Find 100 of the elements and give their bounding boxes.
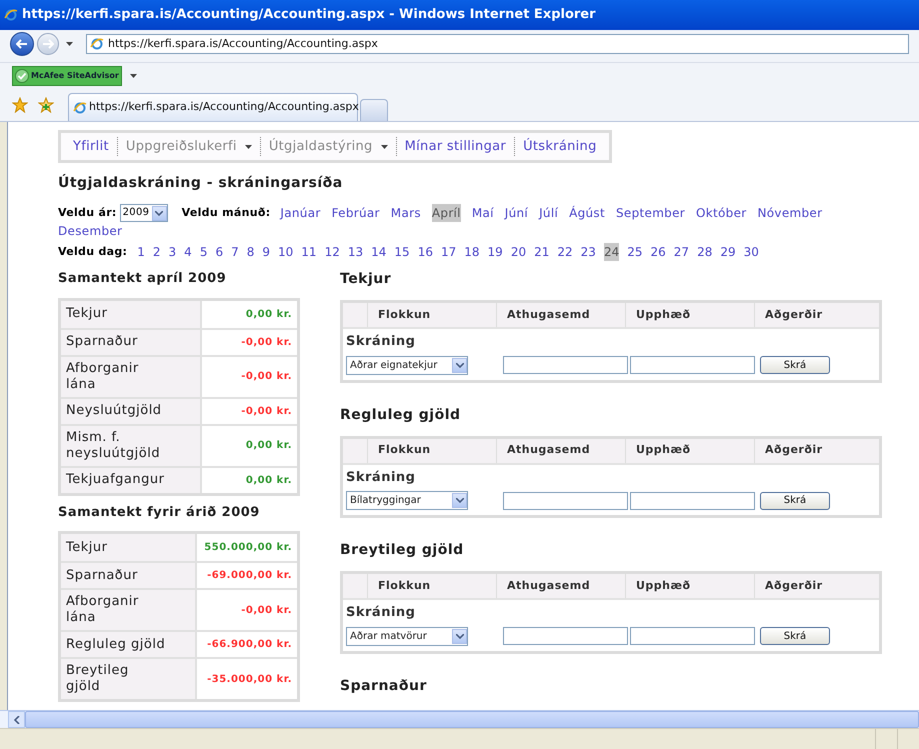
category-select[interactable]: Aðrar eignatekjur (346, 356, 468, 374)
page-title: Útgjaldaskráning - skráningarsíða (58, 173, 344, 193)
register-button[interactable]: Skrá (760, 492, 830, 510)
day-link[interactable]: 13 (348, 243, 364, 261)
month-link[interactable]: Ágúst (569, 204, 605, 222)
month-link[interactable]: Maí (472, 204, 494, 222)
summary-value: 0,00 kr. (246, 439, 292, 453)
summary-label-text: Neysluútgjöld (66, 403, 162, 419)
comment-field[interactable] (503, 356, 628, 374)
day-link[interactable]: 4 (184, 243, 192, 261)
day-link[interactable]: 12 (324, 243, 340, 261)
address-field[interactable]: https://kerfi.spara.is/Accounting/Accounting.aspx (86, 34, 909, 54)
day-link[interactable]: 26 (650, 243, 666, 261)
day-link[interactable]: 27 (674, 243, 690, 261)
comment-field[interactable] (503, 492, 628, 510)
caret-icon (380, 144, 388, 148)
month-link[interactable]: Janúar (280, 204, 321, 222)
month-link[interactable]: September (616, 204, 686, 222)
browser-icon (4, 8, 18, 22)
new-tab-button[interactable] (360, 99, 388, 121)
day-link[interactable]: 19 (488, 243, 503, 261)
scrollbar-thumb[interactable] (25, 711, 919, 728)
day-link[interactable]: 22 (557, 243, 573, 261)
month-link[interactable]: Október (696, 204, 746, 222)
day-link[interactable]: 14 (371, 243, 386, 261)
back-arrow-icon (16, 39, 28, 49)
register-button[interactable]: Skrá (760, 627, 830, 645)
favorites-star-icon[interactable] (12, 97, 28, 113)
summary-value: 0,00 kr. (246, 308, 292, 322)
summary-value: -69.000,00 kr. (207, 569, 292, 583)
column-header: Athugasemd (497, 303, 626, 327)
summary-value: 550.000,00 kr. (204, 541, 292, 555)
register-button[interactable]: Skrá (760, 356, 830, 374)
day-link[interactable]: 16 (418, 243, 433, 261)
scroll-left-button[interactable] (8, 711, 25, 728)
column-header: Upphæð (626, 303, 755, 327)
column-header: Upphæð (626, 574, 755, 598)
month-link[interactable]: Júlí (539, 204, 558, 222)
column-header: Aðgerðir (764, 578, 824, 594)
forward-arrow-icon (42, 39, 54, 49)
month-link[interactable]: Nóvember (758, 204, 822, 222)
day-link[interactable]: 30 (744, 243, 759, 261)
day-link[interactable]: 28 (697, 243, 712, 261)
check-icon (15, 68, 29, 82)
back-button[interactable] (10, 32, 34, 56)
day-link[interactable]: 21 (534, 243, 550, 261)
category-select[interactable]: Aðrar matvörur (346, 626, 468, 646)
day-link[interactable]: 18 (464, 243, 480, 261)
summary-label-text: Tekjuafgangur (66, 472, 164, 488)
day-label: Veldu dag: (58, 244, 128, 260)
day-link[interactable]: 15 (394, 243, 410, 261)
day-link[interactable]: 29 (720, 243, 736, 261)
month-link[interactable]: Desember (58, 222, 122, 240)
day-link[interactable]: 10 (278, 243, 294, 261)
caret-icon (66, 42, 73, 46)
siteadvisor-button[interactable]: McAfee SiteAdvisor (12, 66, 122, 86)
summary-value: -0,00 kr. (241, 336, 292, 350)
amount-field[interactable] (630, 356, 755, 374)
month-link[interactable]: Febrúar (332, 204, 380, 222)
nav-link[interactable]: Útskráning (515, 136, 605, 156)
day-link[interactable]: 5 (200, 243, 208, 261)
column-header: Flokkun (368, 303, 497, 327)
section-heading: Breytileg gjöld (340, 541, 465, 560)
column-header: Aðgerðir (764, 442, 824, 458)
column-header: Athugasemd (497, 574, 626, 598)
caret-icon (244, 144, 252, 148)
summary-label-text: Mism. f. neysluútgjöld (66, 430, 162, 462)
amount-field[interactable] (630, 492, 755, 510)
day-link[interactable]: 24 (604, 243, 620, 261)
day-link[interactable]: 20 (510, 243, 526, 261)
nav-link[interactable]: Yfirlit (65, 136, 117, 156)
day-link[interactable]: 9 (262, 243, 270, 261)
browser-tab[interactable]: https://kerfi.spara.is/Accounting/Accounting.aspx (68, 93, 358, 121)
entry-label: Skráning (346, 333, 416, 351)
column-header: Athugasemd (497, 438, 626, 462)
day-link[interactable]: 1 (137, 243, 145, 261)
nav-link[interactable]: Mínar stillingar (396, 136, 514, 156)
day-link[interactable]: 11 (301, 243, 317, 261)
day-link[interactable]: 17 (440, 243, 456, 261)
month-link[interactable]: Apríl (432, 204, 461, 222)
day-link[interactable]: 2 (152, 243, 161, 261)
comment-field[interactable] (503, 627, 628, 645)
year-select[interactable]: 2009 (120, 204, 168, 222)
day-link[interactable]: 25 (627, 243, 643, 261)
category-select[interactable]: Bílatryggingar (346, 491, 468, 510)
month-link[interactable]: Júní (504, 204, 528, 222)
add-favorite-icon[interactable] (38, 97, 54, 113)
window-title: https://kerfi.spara.is/Accounting/Accounting.aspx - Windows Internet Explorer (22, 6, 596, 24)
month-label: Veldu mánuð: (182, 205, 270, 221)
column-header: Upphæð (626, 438, 755, 462)
summary-label-text: Breytileg gjöld (66, 663, 130, 695)
day-link[interactable]: 23 (580, 243, 596, 261)
month-link[interactable]: Mars (390, 204, 421, 222)
day-link[interactable]: 8 (246, 243, 254, 261)
column-header: Flokkun (368, 574, 497, 598)
summary-value: -0,00 kr. (241, 370, 292, 384)
day-link[interactable]: 6 (215, 243, 224, 261)
day-link[interactable]: 3 (168, 243, 176, 261)
amount-field[interactable] (630, 627, 755, 645)
day-link[interactable]: 7 (231, 243, 239, 261)
